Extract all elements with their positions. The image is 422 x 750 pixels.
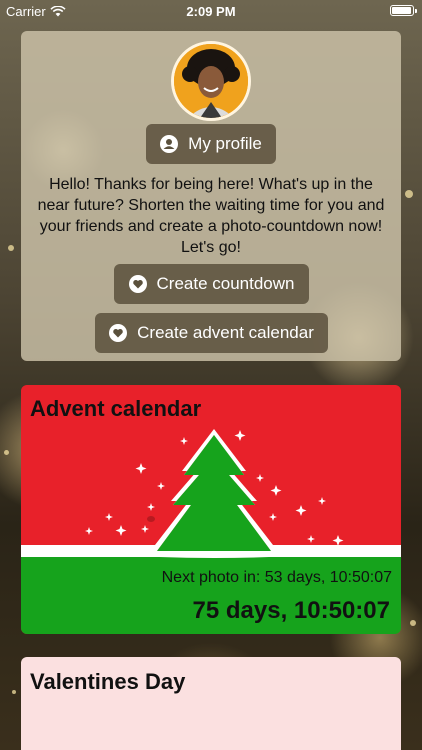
create-advent-calendar-label: Create advent calendar (137, 323, 314, 342)
background-bokeh (410, 620, 416, 626)
background-bokeh (4, 450, 9, 455)
heart-icon (128, 275, 147, 293)
battery-icon (390, 5, 417, 16)
remaining-time: 75 days, 10:50:07 (192, 597, 390, 624)
countdown-title: Advent calendar (30, 396, 202, 421)
avatar[interactable] (171, 41, 251, 121)
background-bokeh (405, 190, 413, 198)
welcome-card: My profile Hello! Thanks for being here!… (21, 31, 401, 361)
status-bar: Carrier 2:09 PM (0, 0, 422, 22)
next-photo-time: Next photo in: 53 days, 10:50:07 (161, 569, 392, 586)
countdown-card-valentines-day[interactable]: Valentines Day (21, 657, 401, 750)
create-advent-calendar-button[interactable]: Create advent calendar (95, 313, 328, 353)
user-photo-avatar-icon (174, 44, 248, 118)
background-bokeh (12, 690, 16, 694)
background-bokeh (8, 245, 14, 251)
heart-icon (109, 324, 128, 342)
my-profile-label: My profile (188, 134, 262, 153)
countdown-title: Valentines Day (30, 669, 186, 694)
my-profile-button[interactable]: My profile (146, 124, 276, 164)
create-countdown-label: Create countdown (156, 274, 295, 293)
status-time: 2:09 PM (186, 4, 236, 19)
user-circle-icon (160, 135, 179, 153)
create-countdown-button[interactable]: Create countdown (114, 264, 309, 304)
welcome-message: Hello! Thanks for being here! What's up … (37, 176, 385, 256)
countdown-card-advent-calendar[interactable]: Advent calendar Next photo in: 53 days, … (21, 385, 401, 634)
